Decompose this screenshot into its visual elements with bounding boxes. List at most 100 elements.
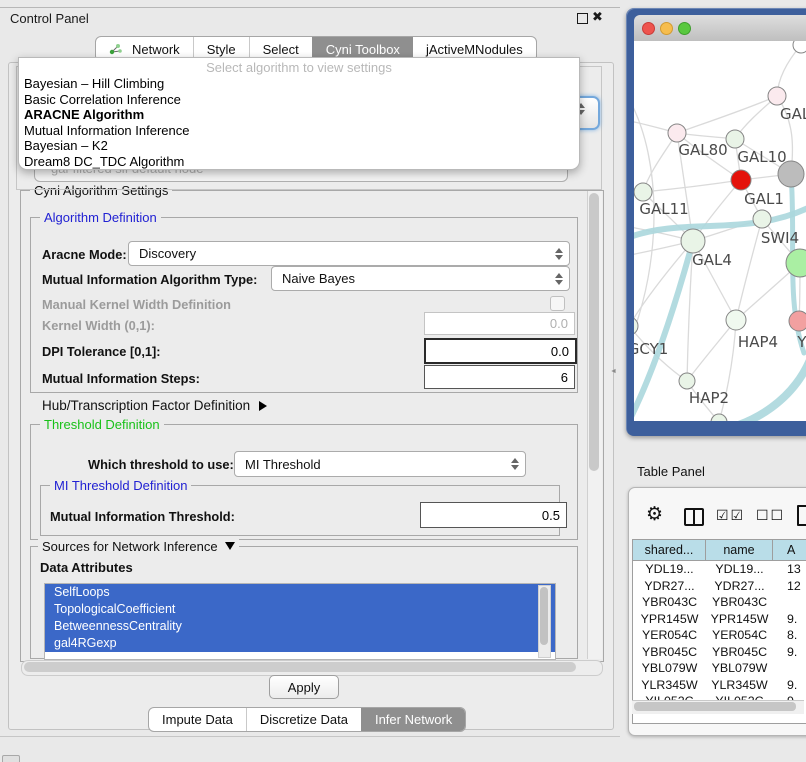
mi-type-combo[interactable]: Naive Bayes [271,266,570,291]
table-row[interactable]: YPR145WYPR145W9. [633,611,806,628]
table-row[interactable]: YBL079WYBL079W [633,660,806,677]
tab-label: jActiveMNodules [426,42,523,57]
table-cell: YBL079W [706,660,773,677]
tab-impute-data[interactable]: Impute Data [149,708,246,731]
tab-discretize-data[interactable]: Discretize Data [246,708,361,731]
network-edge-thick [634,241,693,419]
aracne-mode-combo[interactable]: Discovery [128,241,570,266]
attribute-item[interactable]: BetweennessCentrality [45,618,555,635]
panel-divider [0,736,620,737]
algorithm-option[interactable]: Bayesian – Hill Climbing [19,76,579,92]
table-hscrollbar-thumb[interactable] [634,702,796,711]
network-node[interactable] [726,130,744,148]
mi-steps-field[interactable]: 6 [424,365,575,389]
network-node-label: HAP4 [738,333,778,351]
network-node-label: Y [796,333,806,351]
close-traffic-light[interactable] [642,22,655,35]
manual-kernel-checkbox[interactable] [550,296,565,311]
data-attributes-list: SelfLoopsTopologicalCoefficientBetweenne… [44,583,556,660]
table-row[interactable]: YER054CYER054C8. [633,627,806,644]
table-cell: YDL19... [633,561,706,578]
split-columns-icon[interactable] [684,508,704,526]
table-row[interactable]: YDL19...YDL19...13 [633,561,806,578]
tab-label: Style [207,42,236,57]
algorithm-option[interactable]: Mutual Information Inference [19,123,579,139]
mi-type-value: Naive Bayes [272,271,552,286]
attributes-vscrollbar-thumb[interactable] [540,587,548,645]
algorithm-dropdown-placeholder: Select algorithm to view settings [19,58,579,76]
collapsed-arrow-icon [259,401,267,411]
column-header[interactable]: shared... [633,540,706,561]
table-cell: 9. [773,644,806,661]
settings-vscrollbar-thumb[interactable] [589,193,599,471]
network-node-label: SWI4 [761,229,799,247]
bottom-tab-bar: Impute DataDiscretize DataInfer Network [148,707,466,732]
network-node[interactable] [726,310,746,330]
table-cell: 9. [773,677,806,694]
table-row[interactable]: YBR045CYBR045C9. [633,644,806,661]
table-cell: YBL079W [633,660,706,677]
network-node-label: GAL11 [639,200,688,218]
close-icon[interactable]: ✖ [592,9,603,25]
tab-infer-network[interactable]: Infer Network [361,708,465,731]
apply-button[interactable]: Apply [269,675,339,699]
unchecked-columns-icon[interactable]: ☐☐ [756,507,785,524]
column-header[interactable]: name [706,540,773,561]
settings-hscrollbar-thumb[interactable] [24,662,576,672]
network-node[interactable] [668,124,686,142]
network-node[interactable] [681,229,705,253]
sources-toggle[interactable]: Sources for Network Inference [38,539,239,554]
network-edge [634,241,693,326]
which-threshold-combo[interactable]: MI Threshold [234,451,526,477]
table-row[interactable]: YLR345WYLR345W9. [633,677,806,694]
algorithm-option[interactable]: Basic Correlation Inference [19,92,579,108]
algorithm-option[interactable]: Dream8 DC_TDC Algorithm [19,154,579,170]
hub-definition-toggle[interactable]: Hub/Transcription Factor Definition [42,398,267,413]
table-body: YDL19...YDL19...13YDR27...YDR27...12YBR0… [633,561,806,723]
table-cell: YBR045C [633,644,706,661]
mi-threshold-field[interactable]: 0.5 [420,502,567,528]
corner-button[interactable] [2,755,20,762]
network-node[interactable] [789,311,806,331]
table-cell: YDL19... [706,561,773,578]
network-node[interactable] [793,41,806,53]
network-node-label: HAP2 [689,389,729,407]
aracne-mode-label: Aracne Mode: [42,247,127,262]
kernel-width-field[interactable]: 0.0 [424,312,575,335]
attribute-item[interactable]: TopologicalCoefficient [45,601,555,618]
table-cell: YLR345W [706,677,773,694]
document-icon[interactable] [797,505,806,526]
network-node[interactable] [679,373,695,389]
network-edge [687,320,736,381]
mi-steps-label: Mutual Information Steps: [42,371,200,386]
attribute-item[interactable]: SelfLoops [45,584,555,601]
network-node[interactable] [753,210,771,228]
dpi-tolerance-field[interactable]: 0.0 [424,338,577,364]
network-node-label: GAL [780,105,806,123]
network-edge [643,180,741,192]
table-cell: YPR145W [706,611,773,628]
column-header[interactable]: A [773,540,806,561]
minimize-traffic-light[interactable] [660,22,673,35]
table-row[interactable]: YDR27...YDR27...12 [633,578,806,595]
tab-label: Cyni Toolbox [326,42,400,57]
algorithm-option[interactable]: Bayesian – K2 [19,138,579,154]
mi-type-label: Mutual Information Algorithm Type: [42,272,257,287]
checked-columns-icon[interactable]: ☑☑ [716,507,745,524]
network-node[interactable] [768,87,786,105]
algorithm-definition-title: Algorithm Definition [40,210,161,225]
zoom-traffic-light[interactable] [678,22,691,35]
table-header-row: shared...nameA [633,540,806,561]
network-canvas[interactable]: GALGAL80GAL10GAL1GAL11SWI4GAL4GCY1HAP4YH… [634,41,806,421]
panel-resize-handle[interactable]: ◄ [610,368,616,376]
table-row[interactable]: YBR043CYBR043C [633,594,806,611]
table-cell: YBR043C [706,594,773,611]
algorithm-option[interactable]: ARACNE Algorithm [19,107,579,123]
gear-icon[interactable]: ⚙ [646,503,663,526]
network-node[interactable] [634,183,652,201]
float-window-icon[interactable] [577,13,588,24]
algorithm-dropdown[interactable]: Select algorithm to view settings Bayesi… [18,57,580,170]
network-node[interactable] [731,170,751,190]
attribute-item[interactable]: gal4RGexp [45,635,555,652]
network-edge [736,219,762,320]
